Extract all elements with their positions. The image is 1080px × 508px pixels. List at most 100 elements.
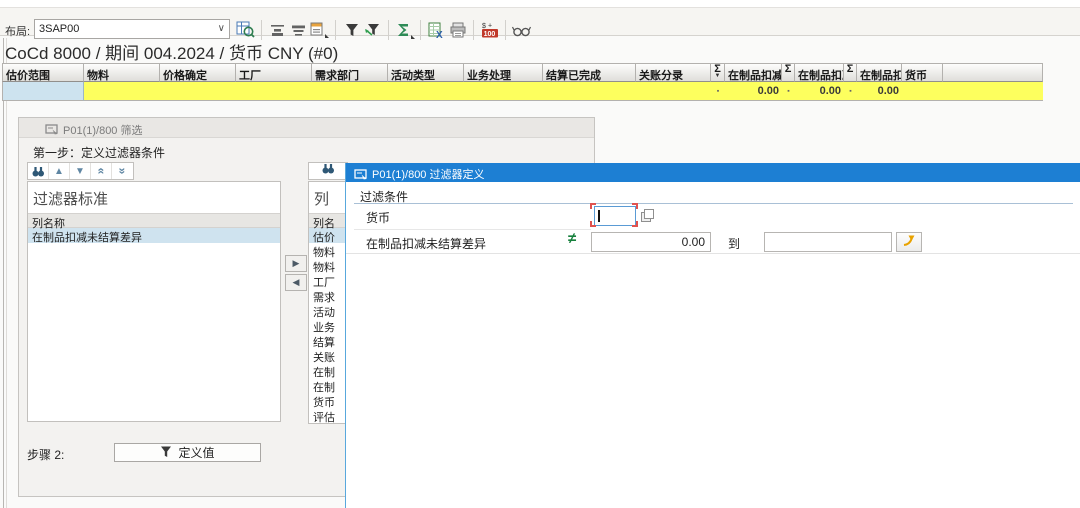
column-list-toolbar [308, 162, 348, 180]
total-cell-2[interactable] [160, 82, 236, 101]
report-title: CoCd 8000 / 期间 004.2024 / 货币 CNY (#0) [5, 39, 338, 64]
toolbar-separator [420, 20, 421, 40]
total-cell-3[interactable] [236, 82, 312, 101]
top-toolbar: 布局: 3SAP00 ∨ X$+100 [0, 8, 1080, 36]
list-item[interactable]: 在制品扣减未结算差异 [28, 228, 280, 243]
dialog-icon [45, 122, 58, 140]
views-icon[interactable] [511, 19, 532, 41]
step2-label: 步骤 2: [27, 446, 64, 463]
column-header-10[interactable]: 在制品扣减 [725, 63, 782, 82]
export-icon[interactable]: X [426, 19, 447, 41]
filter-icon [160, 445, 172, 461]
column-header-2[interactable]: 价格确定 [160, 63, 236, 82]
add-column-button[interactable]: ▶ [285, 255, 307, 272]
focus-corner [590, 221, 596, 227]
define-values-button[interactable]: 定义值 [114, 443, 261, 462]
screen-left-border [3, 38, 4, 508]
remove-column-button[interactable]: ◀ [285, 274, 307, 291]
layout-combobox[interactable]: 3SAP00 ∨ [34, 19, 230, 39]
multiple-selection-button[interactable] [896, 232, 922, 252]
column-header-16[interactable] [943, 63, 1043, 82]
step1-label: 第一步：定义过滤器条件 [33, 144, 165, 161]
total-cell-14[interactable]: 0.00 [857, 82, 902, 101]
svg-text:X: X [436, 30, 443, 39]
filter-criteria-list: 过滤器标准 列名称 在制品扣减未结算差异 [27, 181, 281, 422]
column-header-14[interactable]: 在制品扣减 [857, 63, 902, 82]
alv-grid-header: 估价范围物料价格确定工厂需求部门活动类型业务处理结算已完成关账分录Σ▼在制品扣减… [2, 63, 1043, 82]
total-cell-4[interactable] [312, 82, 388, 101]
triangle-right-icon: ▶ [293, 258, 300, 269]
move-down-icon[interactable]: ▼ [70, 163, 91, 179]
column-header-13[interactable]: Σ [844, 63, 857, 82]
range-to-input[interactable] [764, 232, 892, 252]
filter-select-dialog-titlebar[interactable]: P01(1)/800 筛选 [19, 118, 594, 138]
selected-cell[interactable] [2, 82, 84, 101]
column-header-12[interactable]: 在制品扣减 [795, 63, 844, 82]
svg-text:$: $ [482, 23, 486, 30]
column-header-4[interactable]: 需求部门 [312, 63, 388, 82]
criteria-list-toolbar: ▲ ▼ « » [27, 162, 134, 180]
to-label: 到 [728, 235, 740, 252]
move-bottom-icon[interactable]: » [112, 163, 133, 179]
filter-criteria-list-header: 列名称 [28, 213, 280, 228]
column-header-7[interactable]: 结算已完成 [543, 63, 636, 82]
sort-descending-icon[interactable] [288, 19, 309, 41]
total-cell-8[interactable] [636, 82, 711, 101]
svg-text:+: + [488, 22, 492, 29]
column-header-8[interactable]: 关账分录 [636, 63, 711, 82]
top-strip [0, 0, 1080, 8]
column-header-6[interactable]: 业务处理 [464, 63, 543, 82]
filter-definition-dialog-titlebar[interactable]: P01(1)/800 过滤器定义 [346, 163, 1080, 182]
total-cell-12[interactable]: 0.00 [795, 82, 844, 101]
column-header-15[interactable]: 货币 [902, 63, 943, 82]
column-header-0[interactable]: 估价范围 [2, 63, 84, 82]
column-header-1[interactable]: 物料 [84, 63, 160, 82]
remove-filter-icon[interactable] [362, 19, 383, 41]
column-header-11[interactable]: Σ [782, 63, 795, 82]
total-cell-16[interactable] [943, 82, 1043, 101]
total-cell-6[interactable] [464, 82, 543, 101]
range-from-input[interactable]: 0.00 [591, 232, 711, 252]
value-help-icon[interactable] [641, 209, 653, 221]
total-cell-5[interactable] [388, 82, 464, 101]
currency-display-icon[interactable]: $+100 [479, 19, 500, 41]
filter-icon[interactable] [341, 19, 362, 41]
find-icon[interactable] [321, 162, 335, 180]
sap-alv-screen: 布局: 3SAP00 ∨ X $+100 CoCd 8000 / 期间 004.2… [0, 0, 1080, 508]
total-cell-9[interactable]: ▪ [711, 82, 725, 101]
row-divider [346, 253, 1080, 254]
define-values-button-label: 定义值 [178, 444, 214, 461]
layout-combobox-value: 3SAP00 [39, 23, 79, 35]
move-up-icon[interactable]: ▲ [49, 163, 70, 179]
toolbar-separator [505, 20, 506, 40]
total-cell-15[interactable] [902, 82, 943, 101]
move-top-icon[interactable]: « [91, 163, 112, 179]
toolbar-icon-row: X $+100 [235, 18, 532, 41]
total-cell-13[interactable]: ▪ [844, 82, 857, 101]
detail-view-icon[interactable] [309, 19, 330, 41]
not-equal-icon[interactable]: ≠ [568, 230, 576, 247]
text-caret [598, 210, 600, 222]
toolbar-separator [388, 20, 389, 40]
total-cell-7[interactable] [543, 82, 636, 101]
total-cell-1[interactable] [84, 82, 160, 101]
triangle-left-icon: ◀ [293, 277, 300, 288]
column-header-9[interactable]: Σ▼ [711, 63, 725, 82]
toolbar-separator [335, 20, 336, 40]
sort-ascending-icon[interactable] [267, 19, 288, 41]
choose-layout-icon[interactable] [235, 19, 256, 41]
layout-label: 布局: [5, 23, 30, 39]
total-cell-11[interactable]: ▪ [782, 82, 795, 101]
total-cell-10[interactable]: 0.00 [725, 82, 782, 101]
range-row-label: 在制品扣减未结算差异 [366, 235, 486, 252]
chevron-down-icon[interactable]: ∨ [218, 23, 225, 34]
column-header-3[interactable]: 工厂 [236, 63, 312, 82]
print-icon[interactable] [447, 19, 468, 41]
currency-row-underline [354, 229, 591, 230]
focus-corner [632, 221, 638, 227]
sum-icon[interactable] [394, 19, 415, 41]
currency-input[interactable] [594, 206, 636, 226]
column-header-5[interactable]: 活动类型 [388, 63, 464, 82]
find-icon[interactable] [28, 163, 49, 179]
focus-corner [632, 203, 638, 209]
